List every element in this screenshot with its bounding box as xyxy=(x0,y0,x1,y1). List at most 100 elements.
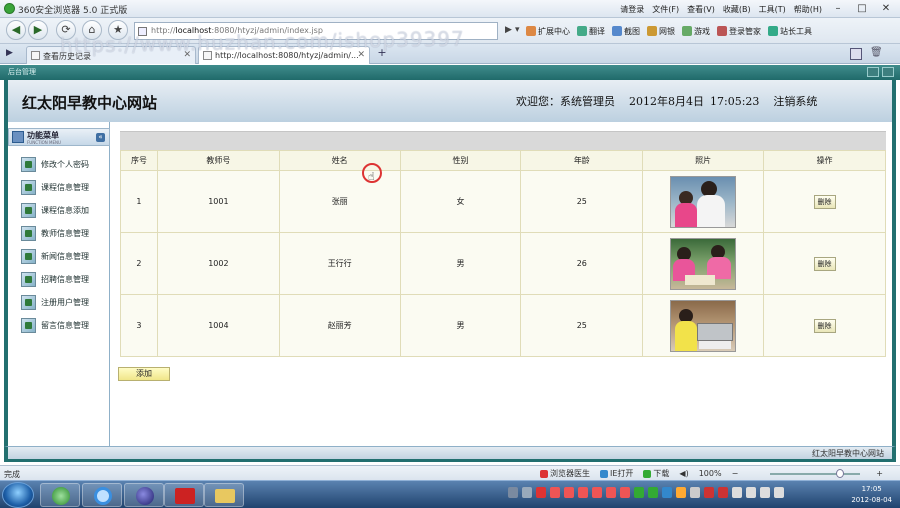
menu-view[interactable]: 查看(V) xyxy=(687,4,715,15)
toolbar-extensions[interactable]: 扩展中心 xyxy=(526,26,570,37)
site-minimize-icon[interactable] xyxy=(867,67,879,77)
teacher-table: 序号 教师号 姓名 性别 年龄 照片 操作 1 1001 张丽 女 25 删除 xyxy=(120,150,886,357)
bank-icon xyxy=(647,26,657,36)
toolbar-screenshot[interactable]: 截图 xyxy=(612,26,640,37)
sidebar-item-user-manage[interactable]: 注册用户管理 xyxy=(21,292,113,312)
header-info: 欢迎您：系统管理员 2012年8月4日 17:05:23 注销系统 xyxy=(516,93,817,109)
close-window-button[interactable]: ✕ xyxy=(878,3,894,15)
system-tray xyxy=(508,487,784,498)
sidebar-toggle-icon[interactable]: ▶ xyxy=(6,48,13,58)
tray-icon[interactable] xyxy=(620,487,630,498)
delete-button[interactable]: 删除 xyxy=(813,256,836,271)
tray-icon[interactable] xyxy=(746,487,756,498)
teacher-photo xyxy=(670,237,737,290)
cell-action: 删除 xyxy=(763,170,886,233)
col-header-name: 姓名 xyxy=(278,150,401,171)
minimize-button[interactable]: – xyxy=(830,3,846,15)
delete-button[interactable]: 删除 xyxy=(813,318,836,333)
ie-open-link[interactable]: IE打开 xyxy=(600,468,633,479)
scissors-icon xyxy=(612,26,622,36)
taskbar-app-eclipse[interactable] xyxy=(124,483,164,507)
browser-doctor-link[interactable]: 浏览器医生 xyxy=(540,468,590,479)
sidebar-item-course-manage[interactable]: 课程信息管理 xyxy=(21,177,113,197)
go-arrow-icon[interactable]: ▶ xyxy=(505,25,512,35)
extension-icon xyxy=(526,26,536,36)
forward-arrow-icon[interactable]: ▶ xyxy=(28,20,48,40)
tab-list-icon[interactable] xyxy=(850,48,862,60)
toolbar-games[interactable]: 游戏 xyxy=(682,26,710,37)
sidebar-item-message-manage[interactable]: 留言信息管理 xyxy=(21,315,113,335)
tray-icon[interactable] xyxy=(634,487,644,498)
address-dropdown-icon[interactable]: ▾ xyxy=(515,25,520,35)
tray-icon[interactable] xyxy=(550,487,560,498)
browser-top-menu: 请登录 文件(F) 查看(V) 收藏(B) 工具(T) 帮助(H) – □ ✕ xyxy=(620,2,894,16)
sidebar-item-course-add[interactable]: 课程信息添加 xyxy=(21,200,113,220)
tray-icon[interactable] xyxy=(732,487,742,498)
menu-tools[interactable]: 工具(T) xyxy=(759,4,786,15)
browser-toolbar: 扩展中心 翻译 截图 网银 游戏 登录管家 站长工具 xyxy=(526,23,812,39)
menu-file[interactable]: 文件(F) xyxy=(652,4,679,15)
tray-icon[interactable] xyxy=(522,487,532,498)
start-orb-icon[interactable] xyxy=(2,482,34,508)
toolbar-login-manager[interactable]: 登录管家 xyxy=(717,26,761,37)
tray-icon[interactable] xyxy=(662,487,672,498)
taskbar-app-360browser[interactable] xyxy=(40,483,80,507)
webmaster-icon xyxy=(768,26,778,36)
download-icon xyxy=(643,469,652,478)
tray-icon[interactable] xyxy=(578,487,588,498)
login-link[interactable]: 请登录 xyxy=(620,4,644,15)
trash-icon[interactable]: 🗑 xyxy=(870,47,883,58)
tray-icon[interactable] xyxy=(704,487,714,498)
menu-help[interactable]: 帮助(H) xyxy=(794,4,822,15)
maximize-button[interactable]: □ xyxy=(854,3,870,15)
taskbar-app-explorer[interactable] xyxy=(204,483,244,507)
sidebar-item-teacher-manage[interactable]: 教师信息管理 xyxy=(21,223,113,243)
menu-item-icon xyxy=(21,179,36,195)
toolbar-webmaster[interactable]: 站长工具 xyxy=(768,26,812,37)
cell-teacher-no: 1002 xyxy=(156,232,280,295)
network-icon[interactable] xyxy=(760,487,770,498)
tray-icon[interactable] xyxy=(536,487,546,498)
tray-icon[interactable] xyxy=(564,487,574,498)
menu-favorites[interactable]: 收藏(B) xyxy=(723,4,751,15)
tray-icon[interactable] xyxy=(676,487,686,498)
zoom-out-icon[interactable]: − xyxy=(732,469,739,478)
tray-icon[interactable] xyxy=(508,487,518,498)
cell-name: 张丽 xyxy=(278,170,401,233)
hand-cursor-icon: ☝ xyxy=(368,170,375,183)
sidebar-item-change-password[interactable]: 修改个人密码 xyxy=(21,154,113,174)
speaker-icon[interactable]: ◀) xyxy=(679,469,688,478)
logout-link[interactable]: 注销系统 xyxy=(773,93,817,109)
cell-name: 赵丽芳 xyxy=(278,294,401,357)
zoom-in-icon[interactable]: + xyxy=(876,469,883,478)
tray-icon[interactable] xyxy=(718,487,728,498)
tray-icon[interactable] xyxy=(690,487,700,498)
delete-button[interactable]: 删除 xyxy=(813,194,836,209)
browser-status-bar: 完成 浏览器医生 IE打开 下载 ◀) 100% − + xyxy=(0,465,900,480)
sidebar-item-news-manage[interactable]: 新闻信息管理 xyxy=(21,246,113,266)
site-close-icon[interactable] xyxy=(882,67,894,77)
function-menu-sidebar: 功能菜单 FUNCTION MENU « 修改个人密码 课程信息管理 课程信息添… xyxy=(4,122,110,446)
taskbar-app-recorder[interactable] xyxy=(164,483,204,507)
volume-icon[interactable] xyxy=(774,487,784,498)
cell-no: 1 xyxy=(120,170,158,233)
current-time: 17:05:23 xyxy=(710,94,760,108)
sidebar-item-recruit-manage[interactable]: 招聘信息管理 xyxy=(21,269,113,289)
add-button[interactable]: 添加 xyxy=(118,367,170,381)
toolbar-translate[interactable]: 翻译 xyxy=(577,26,605,37)
download-link[interactable]: 下载 xyxy=(643,468,669,479)
tray-icon[interactable] xyxy=(648,487,658,498)
col-header-no: 序号 xyxy=(120,150,158,171)
back-arrow-icon[interactable]: ◀ xyxy=(6,20,26,40)
zoom-slider[interactable] xyxy=(770,473,860,475)
menu-item-icon xyxy=(21,225,36,241)
tray-icon[interactable] xyxy=(606,487,616,498)
zoom-level[interactable]: 100% xyxy=(699,469,722,478)
toolbar-banking[interactable]: 网银 xyxy=(647,26,675,37)
col-header-teacher-no: 教师号 xyxy=(156,150,280,171)
collapse-menu-icon[interactable]: « xyxy=(96,133,105,142)
tray-icon[interactable] xyxy=(592,487,602,498)
zoom-slider-handle[interactable] xyxy=(836,469,844,478)
taskbar-clock[interactable]: 17:05 2012-08-04 xyxy=(851,484,892,506)
taskbar-app-ie[interactable] xyxy=(82,483,122,507)
